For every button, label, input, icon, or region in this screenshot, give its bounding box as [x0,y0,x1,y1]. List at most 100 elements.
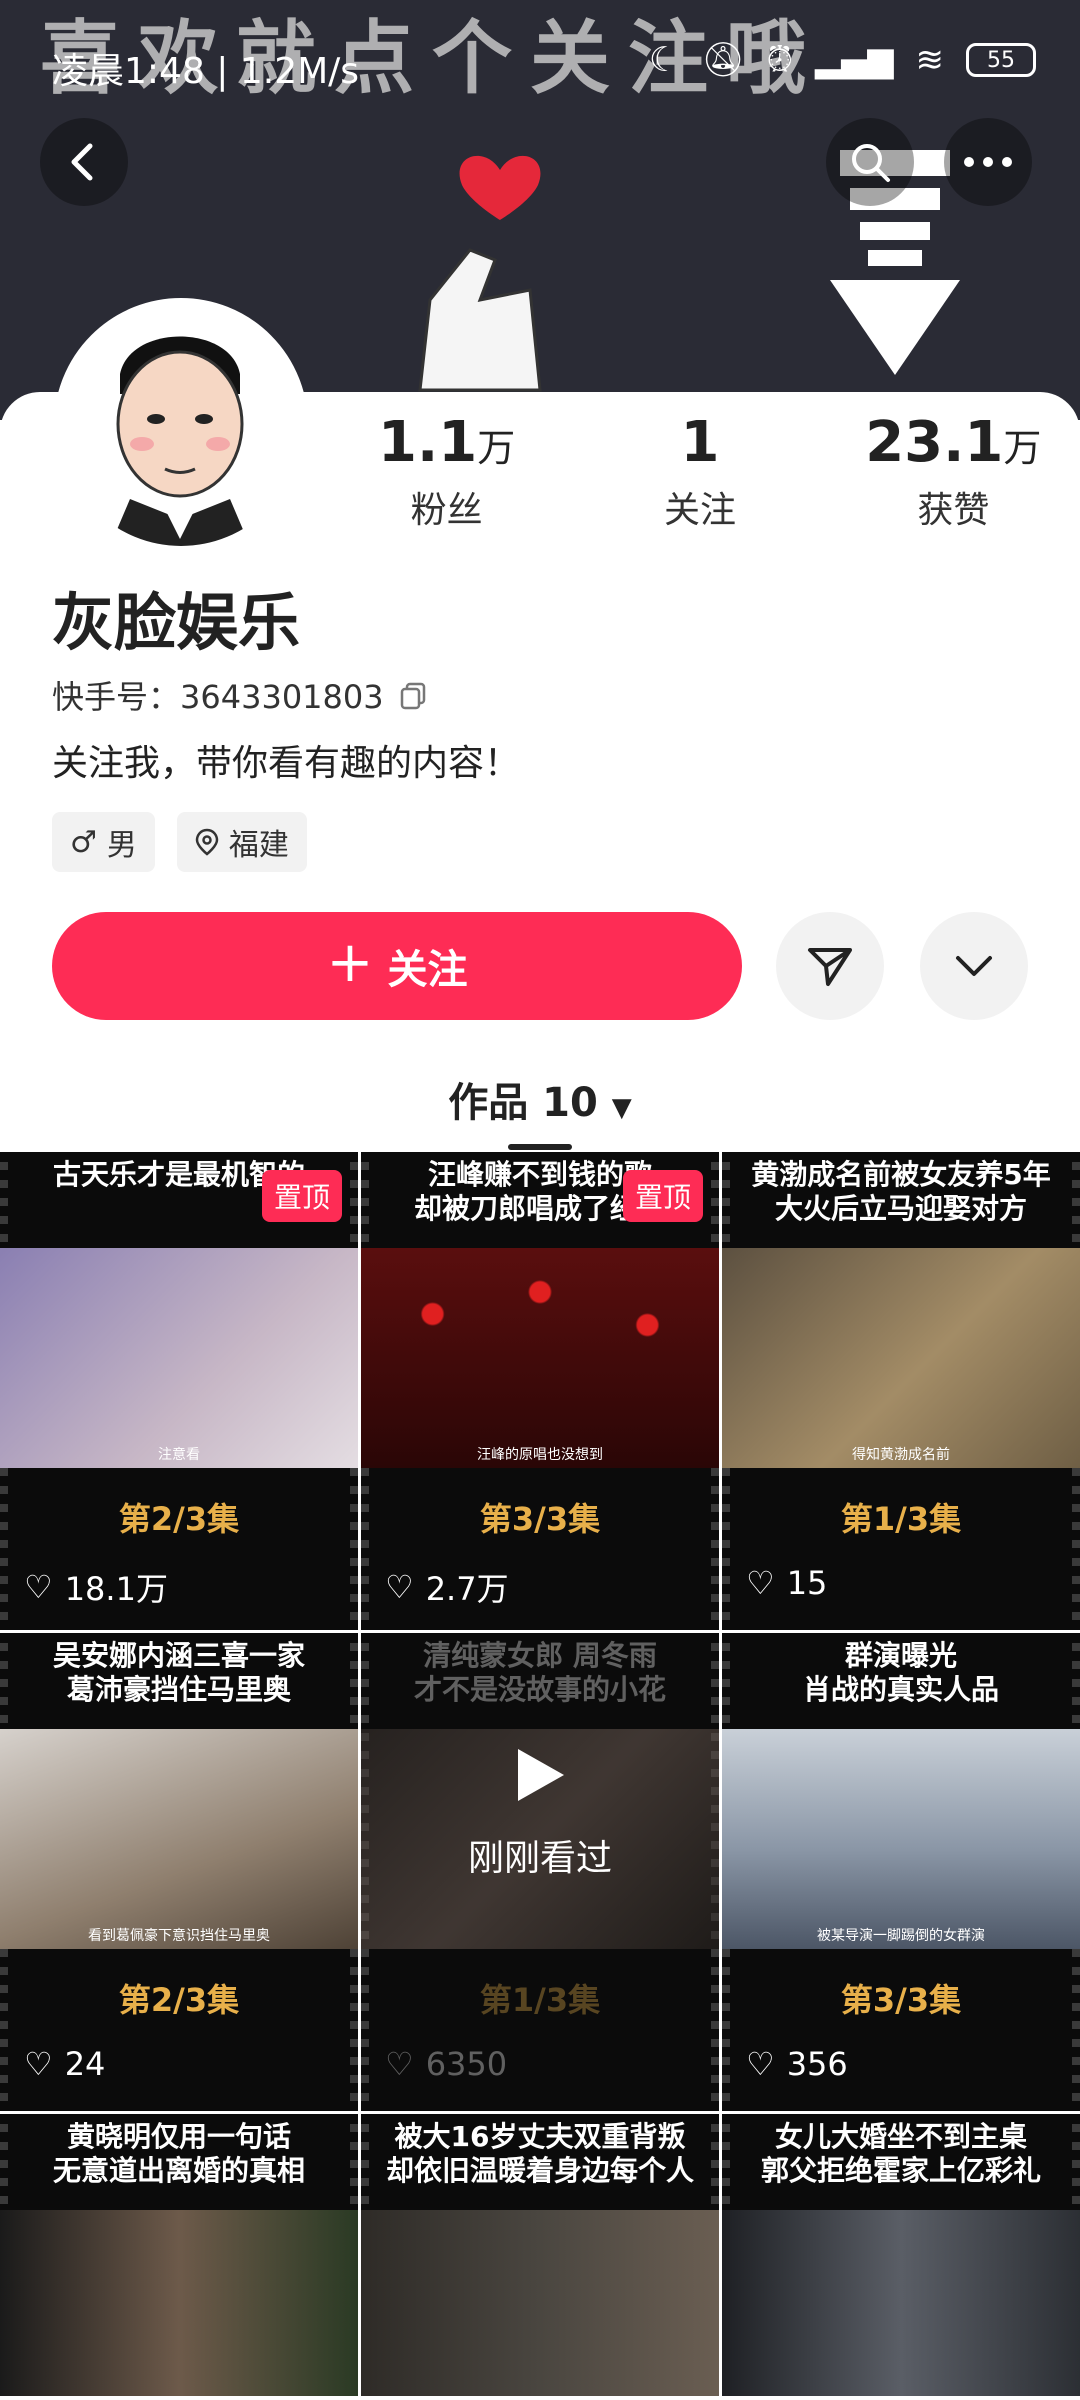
profile-name: 灰脸娱乐 [52,586,301,659]
stat-number: 1.1 [378,410,478,475]
back-arrow-icon [71,143,93,181]
location-tag: 福建 [176,812,307,872]
chevron-down-icon [956,956,992,976]
heart-icon: ♡ [24,2045,53,2083]
video-likes: ♡ 15 [746,1564,827,1602]
episode-label: 第3/3集 [479,1500,601,1538]
alarm-icon: ⏰︎ [766,40,794,80]
back-button[interactable] [40,118,128,206]
play-icon [518,1749,564,1801]
stat-likes[interactable]: 23.1万 获赞 [827,410,1080,533]
more-button[interactable] [944,118,1032,206]
video-subtitle: 被某导演一脚踢倒的女群演 [817,1928,985,1944]
video-card[interactable]: 汪峰赚不到钱的歌 却被刀郎唱成了经典 汪峰的原唱也没想到 置顶 第3/3集 ♡ 2… [361,1152,719,1630]
likes-count: 15 [786,1564,828,1602]
heart-icon: ♡ [746,1564,775,1602]
stat-following[interactable]: 1 关注 [573,410,826,533]
video-thumbnail [361,1248,719,1468]
kuaishou-id: 快手号：3643301803 [52,672,428,718]
location-label: 福建 [228,828,289,863]
video-caption: 被大16岁丈夫双重背叛 却依旧温暖着身边每个人 [385,2120,694,2187]
gender-tag: ♂ 男 [52,812,155,872]
episode-label: 第2/3集 [118,1500,240,1538]
stat-label: 关注 [663,490,736,531]
heart-icon: ♡ [385,2045,414,2083]
profile-tags: ♂ 男 福建 [52,812,307,872]
search-icon [852,144,890,182]
recently-watched-label: 刚刚看过 [467,1838,612,1879]
mute-icon: 🔕︎ [701,40,745,80]
video-likes: ♡ 24 [24,2045,105,2083]
heart-hand-icon [418,155,542,392]
kuaishou-id-value: 3643301803 [180,678,384,716]
video-thumbnail [722,2210,1080,2396]
likes-count: 6350 [425,2045,508,2083]
wifi-icon: ≋ [915,40,945,80]
video-caption: 女儿大婚坐不到主桌 郭父拒绝霍家上亿彩礼 [760,2120,1041,2187]
video-caption: 黄渤成名前被女友养5年 大火后立马迎娶对方 [751,1158,1051,1225]
pinned-badge: 置顶 [261,1170,342,1222]
expand-button[interactable] [920,912,1028,1020]
tab-works[interactable]: 作品 10 ▼ [0,1070,1080,1128]
video-card[interactable]: 古天乐才是最机智的 注意看 置顶 第2/3集 ♡ 18.1万 [0,1152,358,1630]
likes-count: 2.7万 [425,1570,509,1608]
video-thumbnail [0,1248,358,1468]
video-card[interactable]: 群演曝光 肖战的真实人品 被某导演一脚踢倒的女群演 第3/3集 ♡ 356 [722,1633,1080,2111]
video-card[interactable]: 黄晓明仅用一句话 无意道出离婚的真相 [0,2114,358,2396]
video-subtitle: 得知黄渤成名前 [852,1447,950,1463]
status-bar: 凌晨1:48 | 1.2M/s ☾ 🔕︎ ⏰︎ ▂▄▆ ≋ 55 [0,0,1080,120]
video-thumbnail [722,1248,1080,1468]
stat-followers[interactable]: 1.1万 粉丝 [320,410,573,533]
likes-count: 24 [64,2045,106,2083]
status-icons: ☾ 🔕︎ ⏰︎ ▂▄▆ ≋ 55 [649,40,1036,80]
video-likes: ♡ 2.7万 [385,1564,509,1610]
follow-label: 关注 [387,947,468,993]
video-caption: 黄晓明仅用一句话 无意道出离婚的真相 [52,2120,305,2187]
search-button[interactable] [826,118,914,206]
video-thumbnail [0,2210,358,2396]
video-card[interactable]: 吴安娜内涵三喜一家 葛沛豪挡住马里奥 看到葛佩豪下意识挡住马里奥 第2/3集 ♡… [0,1633,358,2111]
stat-label: 粉丝 [410,490,483,531]
video-likes: ♡ 18.1万 [24,1564,168,1610]
share-button[interactable] [776,912,884,1020]
plus-icon: + [326,930,374,995]
gender-label: 男 [106,828,137,863]
video-caption: 吴安娜内涵三喜一家 葛沛豪挡住马里奥 [52,1639,305,1706]
video-card[interactable]: 清纯蒙女郎 周冬雨 才不是没故事的小花 刚刚看过 第1/3集 ♡ 6350 [361,1633,719,2111]
stat-number: 23.1 [865,410,1004,475]
copy-icon[interactable] [398,680,428,710]
episode-label: 第2/3集 [118,1981,240,2019]
avatar-cartoon-icon [60,304,302,546]
video-card[interactable]: 女儿大婚坐不到主桌 郭父拒绝霍家上亿彩礼 [722,2114,1080,2396]
episode-label: 第3/3集 [840,1981,962,2019]
stat-number: 1 [680,410,720,475]
stat-unit: 万 [477,426,516,470]
heart-icon: ♡ [24,1568,53,1606]
video-likes: ♡ 356 [746,2045,848,2083]
pinned-badge: 置顶 [622,1170,703,1222]
works-label: 作品 10 [448,1080,598,1126]
recently-watched-overlay: 刚刚看过 [361,1745,719,1881]
video-grid: 古天乐才是最机智的 注意看 置顶 第2/3集 ♡ 18.1万 汪峰赚不到钱的歌 却… [0,1152,1080,2396]
status-time: 凌晨1:48 | 1.2M/s [52,51,360,92]
heart-icon: ♡ [746,2045,775,2083]
video-thumbnail [722,1729,1080,1949]
male-icon: ♂ [70,824,97,860]
avatar[interactable] [54,298,308,552]
video-card[interactable]: 黄渤成名前被女友养5年 大火后立马迎娶对方 得知黄渤成名前 第1/3集 ♡ 15 [722,1152,1080,1630]
video-caption: 群演曝光 肖战的真实人品 [802,1639,999,1706]
video-caption: 清纯蒙女郎 周冬雨 才不是没故事的小花 [413,1639,666,1706]
battery-icon: 55 [966,43,1036,77]
video-subtitle: 汪峰的原唱也没想到 [477,1447,603,1463]
moon-icon: ☾ [648,40,680,80]
signal-icon: ▂▄▆ [815,40,894,80]
stat-unit: 万 [1003,426,1042,470]
video-thumbnail [0,1729,358,1949]
video-subtitle: 看到葛佩豪下意识挡住马里奥 [88,1928,270,1944]
video-likes: ♡ 6350 [385,2045,507,2083]
follow-button[interactable]: + 关注 [52,912,742,1020]
episode-label: 第1/3集 [840,1500,962,1538]
tab-indicator [508,1144,572,1150]
video-card[interactable]: 被大16岁丈夫双重背叛 却依旧温暖着身边每个人 [361,2114,719,2396]
paper-plane-icon [808,948,852,986]
